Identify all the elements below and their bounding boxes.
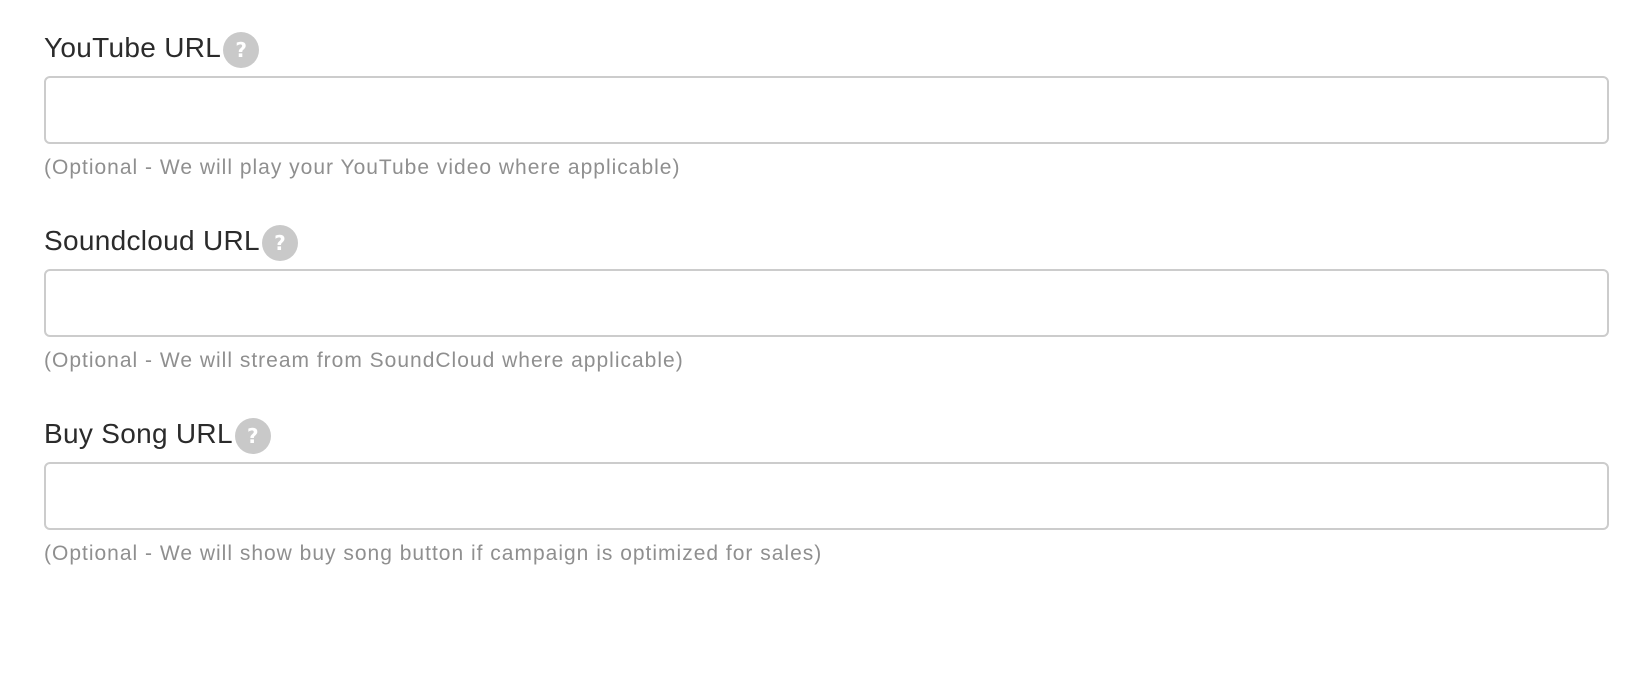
help-icon[interactable]: ? <box>223 32 260 68</box>
youtube-url-label-row: YouTube URL ? <box>44 28 260 68</box>
question-mark-icon: ? <box>274 231 286 255</box>
buy-song-url-label-row: Buy Song URL ? <box>44 414 271 454</box>
youtube-url-input[interactable] <box>44 76 1609 144</box>
buy-song-url-label: Buy Song URL <box>44 418 233 449</box>
question-mark-icon: ? <box>235 38 247 62</box>
help-icon[interactable]: ? <box>234 418 271 454</box>
question-mark-icon: ? <box>247 424 259 448</box>
soundcloud-url-input[interactable] <box>44 269 1609 337</box>
youtube-url-field: YouTube URL ? (Optional - We will play y… <box>44 0 1609 193</box>
soundcloud-url-hint: (Optional - We will stream from SoundClo… <box>44 349 684 372</box>
buy-song-url-hint: (Optional - We will show buy song button… <box>44 542 823 565</box>
soundcloud-url-field: Soundcloud URL ? (Optional - We will str… <box>44 193 1609 386</box>
help-icon[interactable]: ? <box>261 225 298 261</box>
media-links-form: YouTube URL ? (Optional - We will play y… <box>44 0 1609 579</box>
youtube-url-hint: (Optional - We will play your YouTube vi… <box>44 156 681 179</box>
soundcloud-url-label-row: Soundcloud URL ? <box>44 221 298 261</box>
youtube-url-label: YouTube URL <box>44 32 222 63</box>
soundcloud-url-label: Soundcloud URL <box>44 225 260 256</box>
buy-song-url-input[interactable] <box>44 462 1609 530</box>
buy-song-url-field: Buy Song URL ? (Optional - We will show … <box>44 386 1609 579</box>
